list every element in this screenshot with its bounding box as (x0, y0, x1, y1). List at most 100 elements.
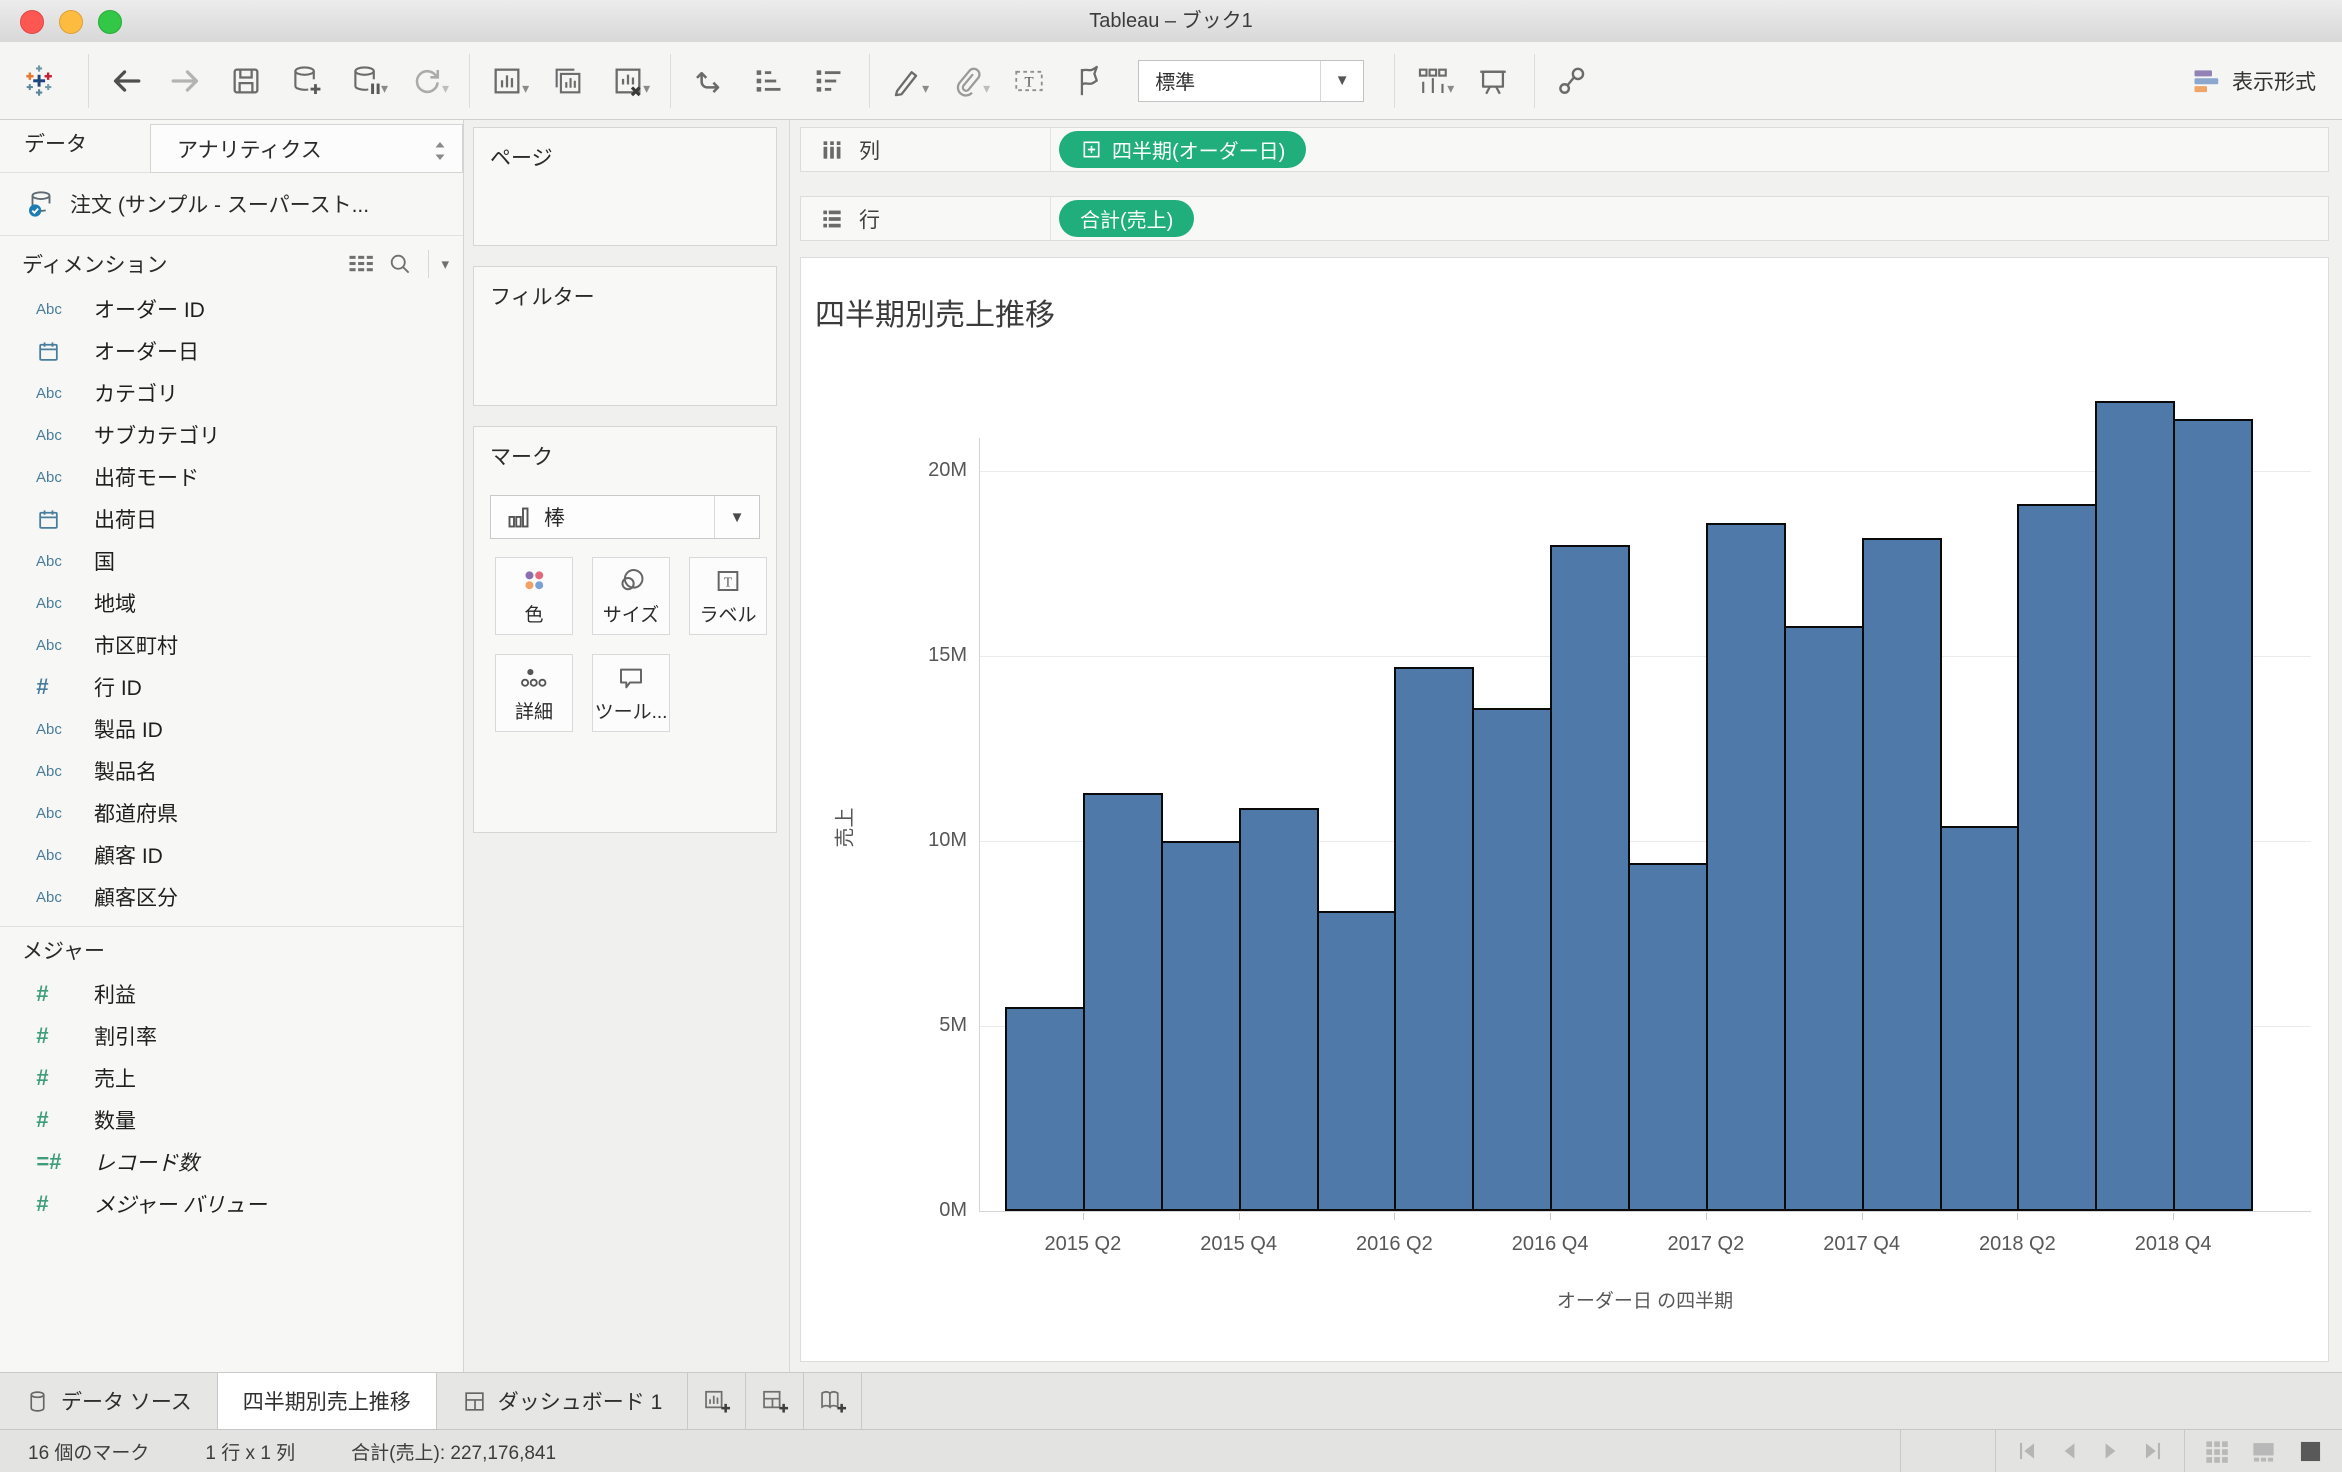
sort-descending-button[interactable] (805, 58, 851, 104)
worksheet-canvas[interactable]: 四半期別売上推移 0M 5M 10M 15M 20M 2015 Q2 2015 Q4 2016… (800, 257, 2329, 1362)
tab-analytics[interactable]: アナリティクス (150, 124, 463, 173)
bar-mark[interactable] (1394, 667, 1475, 1211)
share-workbook-button[interactable] (1549, 58, 1595, 104)
field-item[interactable]: 出荷日 (0, 498, 463, 540)
detail-button[interactable]: 詳細 (495, 654, 573, 732)
presentation-mode-button[interactable] (1470, 58, 1516, 104)
field-label: 行 ID (94, 677, 142, 700)
sheet-tab[interactable]: 四半期別売上推移 (217, 1373, 437, 1429)
previous-page-icon[interactable] (2056, 1438, 2082, 1464)
swap-axes-button[interactable] (685, 58, 731, 104)
bar-mark[interactable] (1783, 626, 1864, 1211)
shelf-pill[interactable]: 合計(売上) (1059, 200, 1195, 237)
field-item[interactable]: =# レコード数 (0, 1141, 463, 1183)
field-item[interactable]: # 行 ID (0, 666, 463, 708)
fields-menu-caret-icon[interactable]: ▾ (441, 255, 449, 273)
bar-mark[interactable] (1628, 863, 1708, 1211)
filmstrip-view-icon[interactable] (2250, 1438, 2277, 1465)
bar-mark[interactable] (1160, 841, 1241, 1211)
refresh-caret-icon[interactable]: ▾ (442, 80, 449, 97)
first-page-icon[interactable] (2014, 1438, 2040, 1464)
bar-mark[interactable] (1238, 808, 1319, 1211)
text-box-button[interactable]: T (1006, 58, 1052, 104)
pause-updates-caret-icon[interactable]: ▾ (381, 80, 388, 97)
sheet-tabs: データ ソース 四半期別売上推移 ダッシュボード 1 (0, 1373, 689, 1429)
save-button[interactable] (223, 58, 269, 104)
field-item[interactable]: Abc 市区町村 (0, 624, 463, 666)
bar-mark[interactable] (2017, 504, 2098, 1211)
shelf-pill[interactable]: 四半期(オーダー日) (1059, 131, 1307, 168)
rows-shelf[interactable]: 行 合計(売上) (800, 196, 2329, 241)
field-item[interactable]: Abc カテゴリ (0, 372, 463, 414)
color-button[interactable]: 色 (495, 557, 573, 635)
mark-type-caret-icon[interactable]: ▼ (714, 496, 759, 538)
new-worksheet-caret-icon[interactable]: ▾ (522, 80, 529, 97)
field-item[interactable]: Abc 国 (0, 540, 463, 582)
clear-sheet-caret-icon[interactable]: ▾ (643, 80, 650, 97)
pages-card[interactable]: ページ (473, 127, 777, 246)
group-members-caret-icon[interactable]: ▾ (983, 80, 990, 97)
field-item[interactable]: Abc 製品名 (0, 750, 463, 792)
bar-mark[interactable] (1705, 523, 1786, 1211)
field-item[interactable]: Abc オーダー ID (0, 288, 463, 330)
tableau-logo-icon[interactable] (16, 58, 62, 104)
new-dashboard-tab-button[interactable] (746, 1373, 805, 1429)
bar-mark[interactable] (1939, 826, 2020, 1211)
field-label: 都道府県 (94, 803, 178, 826)
new-datasource-button[interactable] (283, 58, 329, 104)
sheet-sorter-view-icon[interactable] (2203, 1438, 2230, 1465)
undo-button[interactable] (103, 58, 149, 104)
field-item[interactable]: Abc 顧客 ID (0, 834, 463, 876)
find-field-icon[interactable] (386, 250, 414, 278)
filters-card[interactable]: フィルター (473, 266, 777, 406)
bar-mark[interactable] (2095, 401, 2176, 1211)
sort-ascending-button[interactable] (745, 58, 791, 104)
field-item[interactable]: # 割引率 (0, 1015, 463, 1057)
last-page-icon[interactable] (2140, 1438, 2166, 1464)
tooltip-button[interactable]: ツール... (592, 654, 670, 732)
tab-data[interactable]: データ (24, 120, 87, 170)
view-as-grid-icon[interactable] (346, 250, 374, 278)
bar-mark[interactable] (1005, 1007, 1085, 1211)
bar-mark[interactable] (1550, 545, 1630, 1211)
new-worksheet-tab-button[interactable] (688, 1373, 747, 1429)
fit-mode-caret-icon[interactable]: ▼ (1320, 60, 1363, 101)
field-item[interactable]: Abc 顧客区分 (0, 876, 463, 918)
field-item[interactable]: Abc 製品 ID (0, 708, 463, 750)
duplicate-sheet-button[interactable] (545, 58, 591, 104)
bar-mark[interactable] (2173, 419, 2253, 1211)
next-page-icon[interactable] (2098, 1438, 2124, 1464)
field-item[interactable]: Abc 地域 (0, 582, 463, 624)
highlight-caret-icon[interactable]: ▾ (922, 80, 929, 97)
field-item[interactable]: Abc 都道府県 (0, 792, 463, 834)
size-button[interactable]: サイズ (592, 557, 670, 635)
new-story-tab-button[interactable] (804, 1373, 863, 1429)
pane-collapse-icon[interactable] (432, 139, 448, 163)
field-item[interactable]: # 利益 (0, 973, 463, 1015)
field-item[interactable]: # 数量 (0, 1099, 463, 1141)
expand-pill-icon[interactable] (1080, 138, 1103, 161)
field-item[interactable]: # メジャー バリュー (0, 1183, 463, 1225)
tabs-view-icon[interactable] (2297, 1438, 2324, 1465)
show-mark-labels-caret-icon[interactable]: ▾ (1447, 80, 1454, 97)
fix-axes-button[interactable] (1066, 58, 1112, 104)
field-item[interactable]: # 売上 (0, 1057, 463, 1099)
sheet-tab[interactable]: データ ソース (0, 1373, 218, 1429)
show-me-button[interactable]: 表示形式 (2192, 66, 2316, 96)
bar-mark[interactable] (1861, 538, 1942, 1211)
bar-mark[interactable] (1316, 911, 1397, 1211)
columns-shelf[interactable]: 列 四半期(オーダー日) (800, 127, 2329, 172)
label-button[interactable]: T ラベル (689, 557, 767, 635)
field-item[interactable]: オーダー日 (0, 330, 463, 372)
field-label: 製品名 (94, 761, 157, 784)
toolbar-divider (1534, 53, 1536, 108)
mark-type-select[interactable]: 棒 ▼ (490, 495, 760, 539)
sheet-tab[interactable]: ダッシュボード 1 (437, 1373, 689, 1429)
field-item[interactable]: Abc 出荷モード (0, 456, 463, 498)
bar-mark[interactable] (1472, 708, 1553, 1211)
bar-mark[interactable] (1082, 793, 1163, 1211)
datasource-item[interactable]: 注文 (サンプル - スーパースト... (0, 173, 463, 236)
field-item[interactable]: Abc サブカテゴリ (0, 414, 463, 456)
fit-mode-select[interactable]: 標準 ▼ (1138, 59, 1365, 102)
redo-button[interactable] (163, 58, 209, 104)
